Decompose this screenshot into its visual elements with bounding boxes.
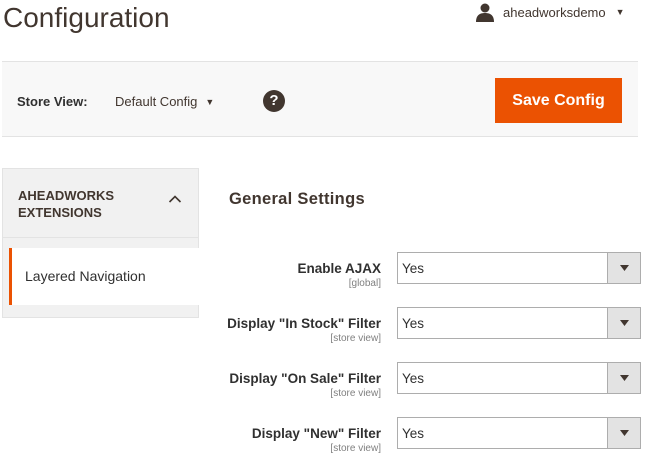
chevron-down-icon [607, 308, 640, 338]
field-label: Display "In Stock" Filter [227, 316, 381, 331]
sidebar-group-title: AHEADWORKS EXTENSIONS [18, 188, 115, 220]
field-label: Enable AJAX [297, 261, 381, 276]
field-display-in-stock: Display "In Stock" Filter [store view] Y… [200, 307, 645, 357]
field-scope: [store view] [330, 333, 381, 344]
user-menu[interactable]: aheadworksdemo ▼ [475, 2, 625, 22]
chevron-down-icon [607, 253, 640, 283]
enable-ajax-select[interactable]: Yes [397, 252, 641, 284]
question-circle-icon[interactable]: ? [263, 90, 285, 112]
field-label: Display "New" Filter [251, 426, 381, 441]
page-title: Configuration [3, 2, 170, 33]
user-icon [475, 2, 495, 22]
chevron-down-icon [607, 418, 640, 448]
select-value: Yes [402, 261, 425, 276]
field-scope: [store view] [330, 388, 381, 399]
chevron-down-icon: ▼ [615, 7, 625, 17]
config-sidebar: AHEADWORKS EXTENSIONS Layered Navigation [2, 168, 199, 318]
chevron-down-icon: ▼ [205, 96, 215, 107]
store-view-bar: Store View: Default Config ▼ ? Save Conf… [2, 61, 638, 137]
field-display-on-sale: Display "On Sale" Filter [store view] Ye… [200, 362, 645, 412]
sidebar-item-layered-navigation[interactable]: Layered Navigation [9, 248, 199, 305]
sidebar-item-label: Layered Navigation [25, 268, 146, 284]
field-label: Display "On Sale" Filter [229, 371, 381, 386]
select-value: Yes [402, 371, 425, 386]
store-view-switcher[interactable]: Default Config ▼ [115, 94, 214, 109]
chevron-down-icon [607, 363, 640, 393]
display-on-sale-select[interactable]: Yes [397, 362, 641, 394]
display-in-stock-select[interactable]: Yes [397, 307, 641, 339]
save-config-button[interactable]: Save Config [495, 78, 622, 123]
select-value: Yes [402, 426, 425, 441]
store-view-label: Store View: [17, 94, 88, 109]
store-view-selected: Default Config [115, 94, 198, 109]
sidebar-group-aheadworks[interactable]: AHEADWORKS EXTENSIONS [3, 169, 198, 238]
field-scope: [global] [348, 278, 381, 289]
field-scope: [store view] [330, 443, 381, 454]
chevron-up-icon [168, 191, 182, 209]
select-value: Yes [402, 316, 425, 331]
user-name: aheadworksdemo [503, 4, 606, 20]
display-new-select[interactable]: Yes [397, 417, 641, 449]
field-display-new: Display "New" Filter [store view] Yes [200, 417, 645, 467]
field-enable-ajax: Enable AJAX [global] Yes [200, 252, 645, 302]
section-title: General Settings [229, 190, 365, 208]
